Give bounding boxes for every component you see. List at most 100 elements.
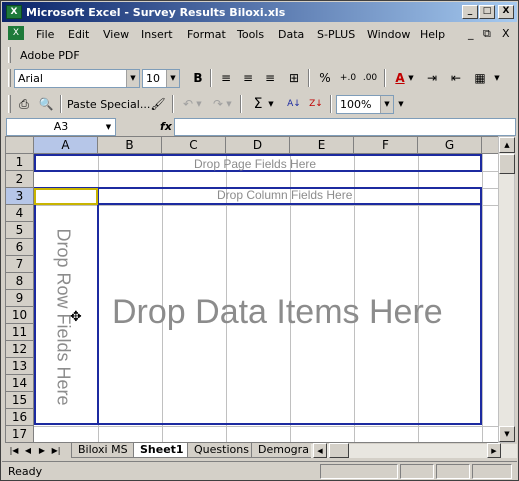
column-header[interactable]: G (418, 137, 482, 154)
row-header[interactable]: 10 (6, 307, 34, 324)
increase-decimal-icon[interactable]: +.0 (338, 69, 358, 87)
name-box[interactable]: A3 ▼ (6, 118, 116, 136)
row-header[interactable]: 11 (6, 324, 34, 341)
menu-tools[interactable]: Tools (237, 28, 264, 41)
column-header[interactable]: B (98, 137, 162, 154)
align-center-icon[interactable]: ≡ (238, 69, 258, 87)
chevron-down-icon[interactable]: ▼ (492, 69, 502, 87)
first-sheet-icon[interactable]: |◀ (7, 444, 21, 458)
menu-view[interactable]: View (103, 28, 129, 41)
vertical-scrollbar[interactable]: ▲ ▼ (498, 136, 515, 443)
align-right-icon[interactable]: ≡ (260, 69, 280, 87)
active-cell-a3[interactable] (34, 188, 98, 205)
minimize-button[interactable]: _ (462, 5, 478, 19)
merge-center-icon[interactable]: ⊞ (284, 69, 304, 87)
close-button[interactable]: X (498, 5, 514, 19)
toolbar-grip[interactable] (8, 47, 11, 63)
scroll-left-icon[interactable]: ◀ (313, 443, 327, 458)
sort-descending-icon[interactable]: Z↓ (306, 95, 326, 113)
column-header[interactable]: A (34, 137, 98, 154)
horizontal-scrollbar[interactable]: ◀ ▶ (311, 443, 517, 458)
borders-icon[interactable]: ▦ (470, 69, 490, 87)
doc-minimize-button[interactable]: _ (468, 27, 474, 40)
row-header[interactable]: 14 (6, 375, 34, 392)
menu-help[interactable]: Help (420, 28, 445, 41)
row-header[interactable]: 9 (6, 290, 34, 307)
sheet-tab-questions[interactable]: Questions (187, 443, 256, 458)
outdent-icon[interactable]: ⇤ (446, 69, 466, 87)
menu-window[interactable]: Window (367, 28, 410, 41)
sheet-tab-sheet1[interactable]: Sheet1 (133, 443, 191, 458)
select-all-button[interactable] (6, 137, 34, 154)
row-header[interactable]: 12 (6, 341, 34, 358)
chevron-down-icon[interactable]: ▼ (380, 96, 393, 113)
row-header[interactable]: 6 (6, 239, 34, 256)
sheet-tab-biloxi-ms[interactable]: Biloxi MS (71, 443, 135, 458)
column-header[interactable]: C (162, 137, 226, 154)
paste-special-button[interactable]: Paste Special... (67, 98, 150, 111)
scroll-right-icon[interactable]: ▶ (487, 443, 501, 458)
adobe-pdf-menu[interactable]: Adobe PDF (20, 49, 80, 62)
chevron-down-icon[interactable]: ▼ (194, 95, 204, 113)
scroll-thumb[interactable] (329, 443, 349, 458)
decrease-decimal-icon[interactable]: .00 (360, 69, 380, 87)
menu-format[interactable]: Format (187, 28, 226, 41)
row-header[interactable]: 15 (6, 392, 34, 409)
excel-app-icon[interactable]: X (6, 5, 22, 19)
row-header[interactable]: 2 (6, 171, 34, 188)
print-icon[interactable]: ⎙ (14, 95, 34, 113)
row-header[interactable]: 5 (6, 222, 34, 239)
zoom-box[interactable]: 100% ▼ (336, 95, 394, 114)
row-header[interactable]: 3 (6, 188, 34, 205)
row-header[interactable]: 16 (6, 409, 34, 426)
indent-icon[interactable]: ⇥ (422, 69, 442, 87)
scroll-down-icon[interactable]: ▼ (499, 426, 515, 442)
menu-file[interactable]: File (36, 28, 54, 41)
format-painter-icon[interactable]: 🖌 (148, 95, 168, 113)
menu-data[interactable]: Data (278, 28, 304, 41)
chevron-down-icon[interactable]: ▼ (126, 70, 139, 87)
doc-restore-button[interactable]: ⧉ (483, 27, 491, 41)
toolbar-grip[interactable] (8, 95, 11, 113)
chevron-down-icon[interactable]: ▼ (102, 119, 115, 135)
page-fields-area[interactable]: Drop Page Fields Here (34, 154, 482, 172)
maximize-button[interactable]: □ (479, 5, 495, 19)
row-header[interactable]: 7 (6, 256, 34, 273)
chevron-down-icon[interactable]: ▼ (406, 69, 416, 87)
menu-splus[interactable]: S-PLUS (317, 28, 355, 41)
doc-close-button[interactable]: X (502, 27, 510, 40)
row-header[interactable]: 17 (6, 426, 34, 442)
last-sheet-icon[interactable]: ▶| (49, 444, 63, 458)
scroll-up-icon[interactable]: ▲ (499, 137, 515, 153)
align-left-icon[interactable]: ≡ (216, 69, 236, 87)
column-fields-area[interactable]: Drop Column Fields Here (97, 187, 482, 205)
row-header[interactable]: 13 (6, 358, 34, 375)
chevron-down-icon[interactable]: ▼ (224, 95, 234, 113)
bold-icon[interactable]: B (188, 69, 208, 87)
row-header[interactable]: 8 (6, 273, 34, 290)
print-preview-icon[interactable]: 🔍 (36, 95, 56, 113)
scroll-thumb[interactable] (499, 154, 515, 174)
worksheet-grid[interactable]: A B C D E F G 1 2 3 4 5 6 7 8 9 10 11 12… (5, 136, 503, 443)
row-header[interactable]: 1 (6, 154, 34, 171)
sort-ascending-icon[interactable]: A↓ (284, 95, 304, 113)
next-sheet-icon[interactable]: ▶ (35, 444, 49, 458)
document-icon[interactable]: X (8, 26, 24, 40)
menu-edit[interactable]: Edit (68, 28, 89, 41)
font-name-box[interactable]: Arial ▼ (14, 69, 140, 88)
column-header[interactable]: D (226, 137, 290, 154)
toolbar-grip[interactable] (8, 69, 11, 87)
font-size-box[interactable]: 10 ▼ (142, 69, 180, 88)
toolbar-options-icon[interactable]: ▼ (396, 95, 406, 113)
row-header[interactable]: 4 (6, 205, 34, 222)
sheet-tab-demogra[interactable]: Demogra (251, 443, 316, 458)
column-header[interactable]: E (290, 137, 354, 154)
prev-sheet-icon[interactable]: ◀ (21, 444, 35, 458)
chevron-down-icon[interactable]: ▼ (166, 70, 179, 87)
formula-input[interactable] (174, 118, 516, 136)
autosum-icon[interactable]: Σ (248, 95, 268, 113)
menu-insert[interactable]: Insert (141, 28, 173, 41)
fx-icon[interactable]: fx (160, 120, 172, 133)
chevron-down-icon[interactable]: ▼ (266, 95, 276, 113)
column-header[interactable]: F (354, 137, 418, 154)
